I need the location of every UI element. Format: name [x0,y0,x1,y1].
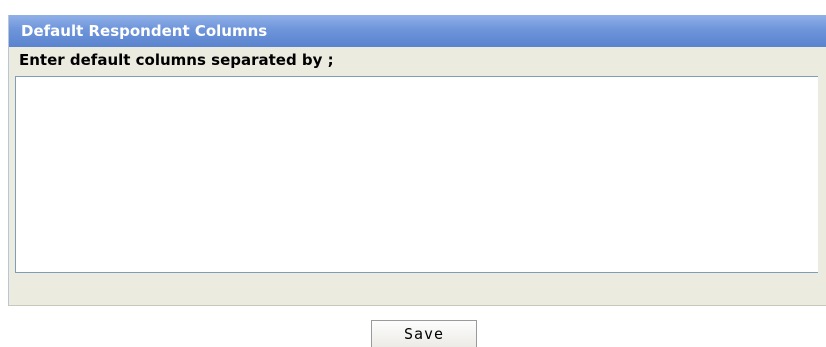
save-button[interactable]: Save [371,320,477,347]
panel-title: Default Respondent Columns [9,15,826,47]
default-columns-textarea[interactable] [15,76,818,273]
columns-field-label: Enter default columns separated by ; [19,51,334,69]
